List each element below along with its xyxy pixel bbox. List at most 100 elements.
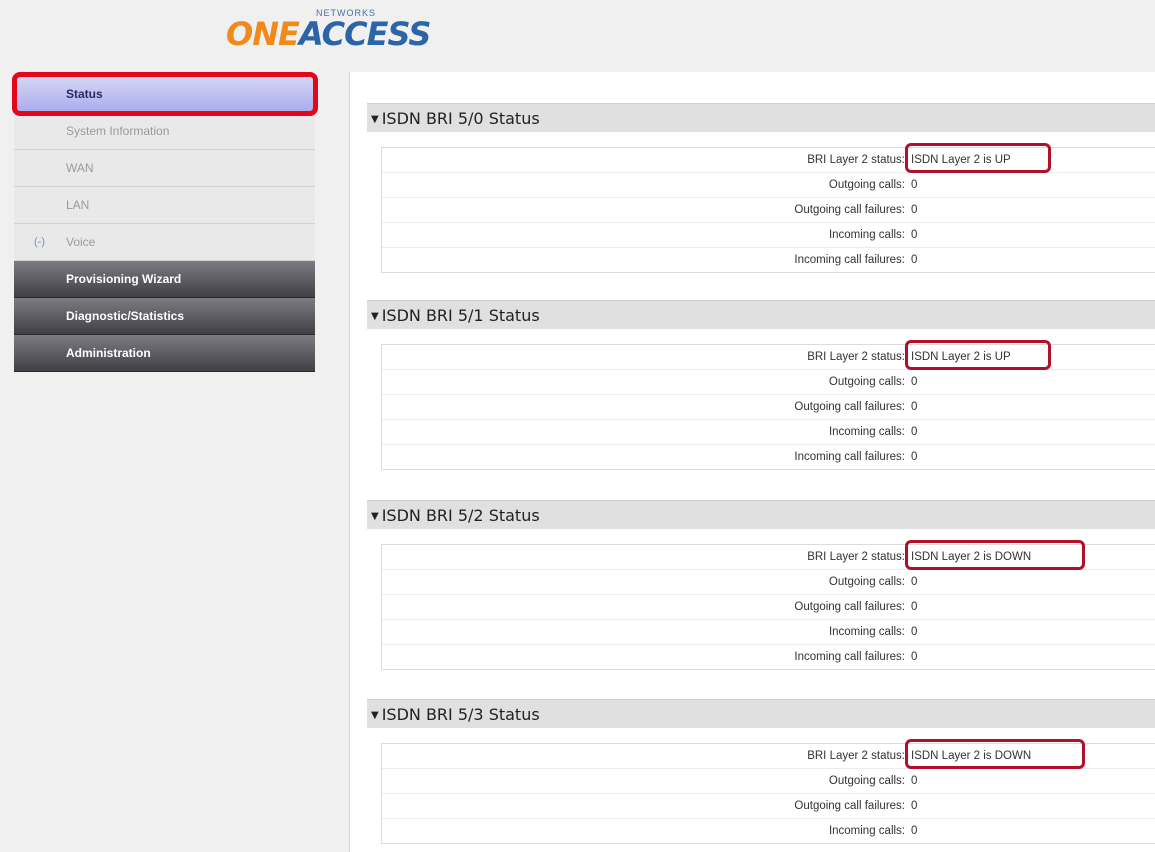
section-title: ISDN BRI 5/1 Status [381,306,540,325]
table-row: BRI Layer 2 status: ISDN Layer 2 is UP [382,143,1155,173]
row-label: Incoming call failures: [794,651,905,663]
sidebar-item-status[interactable]: Status [14,76,315,113]
sidebar-item-lan[interactable]: LAN [14,187,315,224]
collapse-caret-icon: ▼ [371,311,379,322]
row-label: Outgoing call failures: [794,401,905,413]
table-row: Outgoing calls: 0 [382,370,1155,395]
row-label: Outgoing call failures: [794,601,905,613]
sidebar-item-voice[interactable]: (-) Voice [14,224,315,261]
status-table: BRI Layer 2 status: ISDN Layer 2 is DOWN … [381,540,1155,670]
sidebar-item-label: Voice [66,235,96,249]
section-header[interactable]: ▼ ISDN BRI 5/0 Status [367,103,1155,132]
row-label: Incoming calls: [828,825,905,837]
section-title: ISDN BRI 5/2 Status [381,506,540,525]
row-label: Outgoing call failures: [794,204,905,216]
row-label: Incoming calls: [828,229,905,241]
table-row: Incoming call failures: 0 [382,248,1155,272]
sidebar-item-label: WAN [66,161,94,175]
row-label: BRI Layer 2 status: [807,551,905,563]
collapse-toggle-icon[interactable]: (-) [34,224,45,261]
section-title: ISDN BRI 5/3 Status [381,705,540,724]
row-value: ISDN Layer 2 is DOWN [905,540,1085,570]
sidebar-item-label: LAN [66,198,90,212]
row-value: 0 [911,179,918,191]
section-header[interactable]: ▼ ISDN BRI 5/3 Status [367,699,1155,728]
sidebar-nav: Status System Information WAN LAN (-) Vo… [14,76,315,372]
sidebar-item-label: System Information [66,124,170,138]
row-value: 0 [911,451,918,463]
row-value: 0 [911,800,918,812]
table-row: Incoming calls: 0 [382,420,1155,445]
row-value: 0 [911,229,918,241]
table-row: Outgoing call failures: 0 [382,198,1155,223]
row-label: Outgoing calls: [828,376,905,388]
table-row: Outgoing calls: 0 [382,173,1155,198]
table-row: BRI Layer 2 status: ISDN Layer 2 is DOWN [382,540,1155,570]
status-table: BRI Layer 2 status: ISDN Layer 2 is DOWN … [381,739,1155,844]
table-row: Incoming calls: 0 [382,620,1155,645]
sidebar-item-system-information[interactable]: System Information [14,113,315,150]
row-value: 0 [911,825,918,837]
status-section-bri-5-3: ▼ ISDN BRI 5/3 Status BRI Layer 2 status:… [367,699,1155,844]
layer2-status-value: ISDN Layer 2 is DOWN [911,551,1032,563]
table-row: Incoming call failures: 0 [382,445,1155,469]
sidebar-item-label: Diagnostic/Statistics [66,309,185,323]
row-label: Outgoing calls: [828,576,905,588]
row-label: Outgoing calls: [828,179,905,191]
sidebar-item-label: Provisioning Wizard [66,272,182,286]
table-row: Incoming call failures: 0 [382,645,1155,669]
layer2-status-value: ISDN Layer 2 is DOWN [911,750,1032,762]
sidebar-item-diagnostic-statistics[interactable]: Diagnostic/Statistics [14,298,315,335]
row-value: 0 [911,651,918,663]
row-value: 0 [911,401,918,413]
section-title: ISDN BRI 5/0 Status [381,109,540,128]
collapse-caret-icon: ▼ [371,114,379,125]
table-row: Outgoing call failures: 0 [382,794,1155,819]
row-value: 0 [911,426,918,438]
status-table: BRI Layer 2 status: ISDN Layer 2 is UP Ou… [381,143,1155,273]
row-value: 0 [911,601,918,613]
row-value: ISDN Layer 2 is UP [905,340,1051,370]
section-header[interactable]: ▼ ISDN BRI 5/2 Status [367,500,1155,529]
sidebar-item-label: Administration [66,346,151,360]
status-table: BRI Layer 2 status: ISDN Layer 2 is UP Ou… [381,340,1155,470]
row-value: ISDN Layer 2 is DOWN [905,739,1085,769]
sidebar-item-provisioning-wizard[interactable]: Provisioning Wizard [14,261,315,298]
table-row: BRI Layer 2 status: ISDN Layer 2 is UP [382,340,1155,370]
row-value: 0 [911,775,918,787]
row-value: ISDN Layer 2 is UP [905,143,1051,173]
row-label: BRI Layer 2 status: [807,154,905,166]
layer2-status-value: ISDN Layer 2 is UP [911,351,1011,363]
row-value: 0 [911,626,918,638]
row-label: Outgoing call failures: [794,800,905,812]
row-label: Incoming call failures: [794,451,905,463]
table-row: Outgoing call failures: 0 [382,395,1155,420]
table-row: BRI Layer 2 status: ISDN Layer 2 is DOWN [382,739,1155,769]
row-value: 0 [911,376,918,388]
sidebar-item-wan[interactable]: WAN [14,150,315,187]
sidebar-item-administration[interactable]: Administration [14,335,315,372]
row-value: 0 [911,254,918,266]
status-section-bri-5-1: ▼ ISDN BRI 5/1 Status BRI Layer 2 status:… [367,300,1155,470]
row-label: Incoming calls: [828,426,905,438]
table-row: Incoming calls: 0 [382,819,1155,843]
section-header[interactable]: ▼ ISDN BRI 5/1 Status [367,300,1155,329]
logo-one-text: ONE [226,15,300,53]
row-label: Outgoing calls: [828,775,905,787]
collapse-caret-icon: ▼ [371,710,379,721]
row-label: BRI Layer 2 status: [807,351,905,363]
layer2-status-value: ISDN Layer 2 is UP [911,154,1011,166]
row-label: Incoming calls: [828,626,905,638]
logo-wordmark: ONEACCESS [226,14,432,54]
table-row: Outgoing calls: 0 [382,769,1155,794]
status-section-bri-5-2: ▼ ISDN BRI 5/2 Status BRI Layer 2 status:… [367,500,1155,670]
row-label: BRI Layer 2 status: [807,750,905,762]
table-row: Outgoing call failures: 0 [382,595,1155,620]
row-label: Incoming call failures: [794,254,905,266]
oneaccess-logo: NETWORKS ONEACCESS [226,8,442,54]
logo-access-text: ACCESS [298,15,432,53]
table-row: Incoming calls: 0 [382,223,1155,248]
sidebar-item-label: Status [66,87,103,101]
main-content-panel: ▼ ISDN BRI 5/0 Status BRI Layer 2 status:… [349,72,1155,852]
row-value: 0 [911,204,918,216]
